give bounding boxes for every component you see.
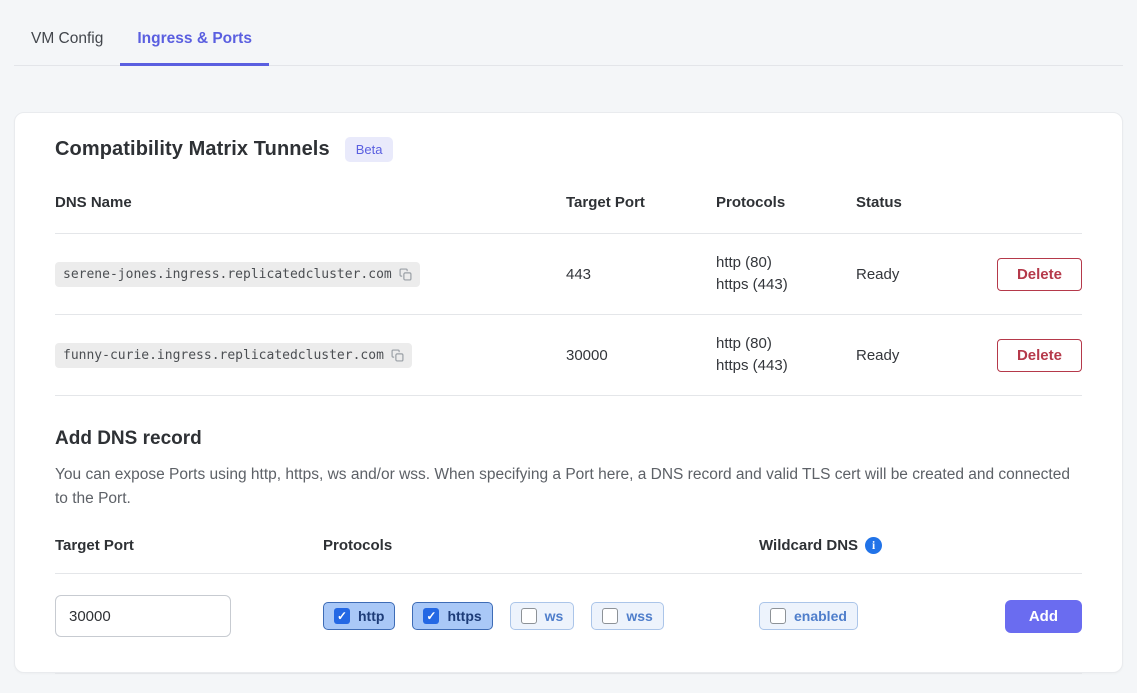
add-form-row: ✓ http ✓ https ws wss enabled Add: [55, 574, 1082, 656]
checkbox-checked-icon: ✓: [423, 608, 439, 624]
target-port-value: 30000: [566, 347, 716, 364]
checkbox-unchecked-icon: [770, 608, 786, 624]
copy-icon[interactable]: [399, 268, 412, 281]
checkbox-http[interactable]: ✓ http: [323, 602, 395, 630]
checkbox-unchecked-icon: [602, 608, 618, 624]
form-header-protocols: Protocols: [323, 537, 759, 554]
add-dns-record-title: Add DNS record: [55, 428, 1082, 450]
tab-vm-config[interactable]: VM Config: [14, 20, 120, 66]
info-icon[interactable]: i: [865, 537, 882, 554]
card-title: Compatibility Matrix Tunnels: [55, 138, 330, 161]
checkbox-wss-label: wss: [626, 608, 652, 624]
col-header-status: Status: [856, 194, 976, 211]
col-header-protocols: Protocols: [716, 194, 856, 211]
card-title-row: Compatibility Matrix Tunnels Beta: [55, 137, 1082, 162]
table-row: serene-jones.ingress.replicatedcluster.c…: [55, 234, 1082, 315]
dns-name-pill: funny-curie.ingress.replicatedcluster.co…: [55, 343, 412, 368]
add-dns-record-description: You can expose Ports using http, https, …: [55, 463, 1082, 511]
protocol-line: https (443): [716, 274, 856, 296]
checkbox-ws-label: ws: [545, 608, 564, 624]
protocol-checkbox-group: ✓ http ✓ https ws wss: [323, 602, 759, 630]
checkbox-unchecked-icon: [521, 608, 537, 624]
checkbox-wss[interactable]: wss: [591, 602, 663, 630]
checkbox-https-label: https: [447, 608, 481, 624]
col-header-target-port: Target Port: [566, 194, 716, 211]
delete-button[interactable]: Delete: [997, 339, 1082, 372]
add-form-header: Target Port Protocols Wildcard DNS i: [55, 537, 1082, 574]
target-port-value: 443: [566, 266, 716, 283]
checkbox-https[interactable]: ✓ https: [412, 602, 492, 630]
tab-ingress-ports[interactable]: Ingress & Ports: [120, 20, 269, 66]
protocol-line: http (80): [716, 333, 856, 355]
checkbox-http-label: http: [358, 608, 384, 624]
table-row: funny-curie.ingress.replicatedcluster.co…: [55, 315, 1082, 396]
col-header-dns-name: DNS Name: [55, 194, 566, 211]
tab-bar: VM Config Ingress & Ports: [14, 0, 1123, 66]
protocol-line: https (443): [716, 355, 856, 377]
card-bottom-divider: [55, 673, 1082, 693]
beta-badge: Beta: [345, 137, 394, 162]
form-header-wildcard-dns: Wildcard DNS: [759, 537, 858, 554]
status-value: Ready: [856, 266, 976, 283]
status-value: Ready: [856, 347, 976, 364]
checkbox-enabled-label: enabled: [794, 608, 847, 624]
tunnels-table-header: DNS Name Target Port Protocols Status: [55, 162, 1082, 234]
tunnels-card: Compatibility Matrix Tunnels Beta DNS Na…: [14, 112, 1123, 673]
checkbox-checked-icon: ✓: [334, 608, 350, 624]
copy-icon[interactable]: [391, 349, 404, 362]
dns-name-pill: serene-jones.ingress.replicatedcluster.c…: [55, 262, 420, 287]
form-header-target-port: Target Port: [55, 537, 323, 554]
checkbox-ws[interactable]: ws: [510, 602, 575, 630]
add-button[interactable]: Add: [1005, 600, 1082, 633]
checkbox-wildcard-enabled[interactable]: enabled: [759, 602, 858, 630]
dns-name-text: funny-curie.ingress.replicatedcluster.co…: [63, 348, 384, 363]
dns-name-text: serene-jones.ingress.replicatedcluster.c…: [63, 267, 392, 282]
target-port-input[interactable]: [55, 595, 231, 637]
protocol-line: http (80): [716, 252, 856, 274]
delete-button[interactable]: Delete: [997, 258, 1082, 291]
